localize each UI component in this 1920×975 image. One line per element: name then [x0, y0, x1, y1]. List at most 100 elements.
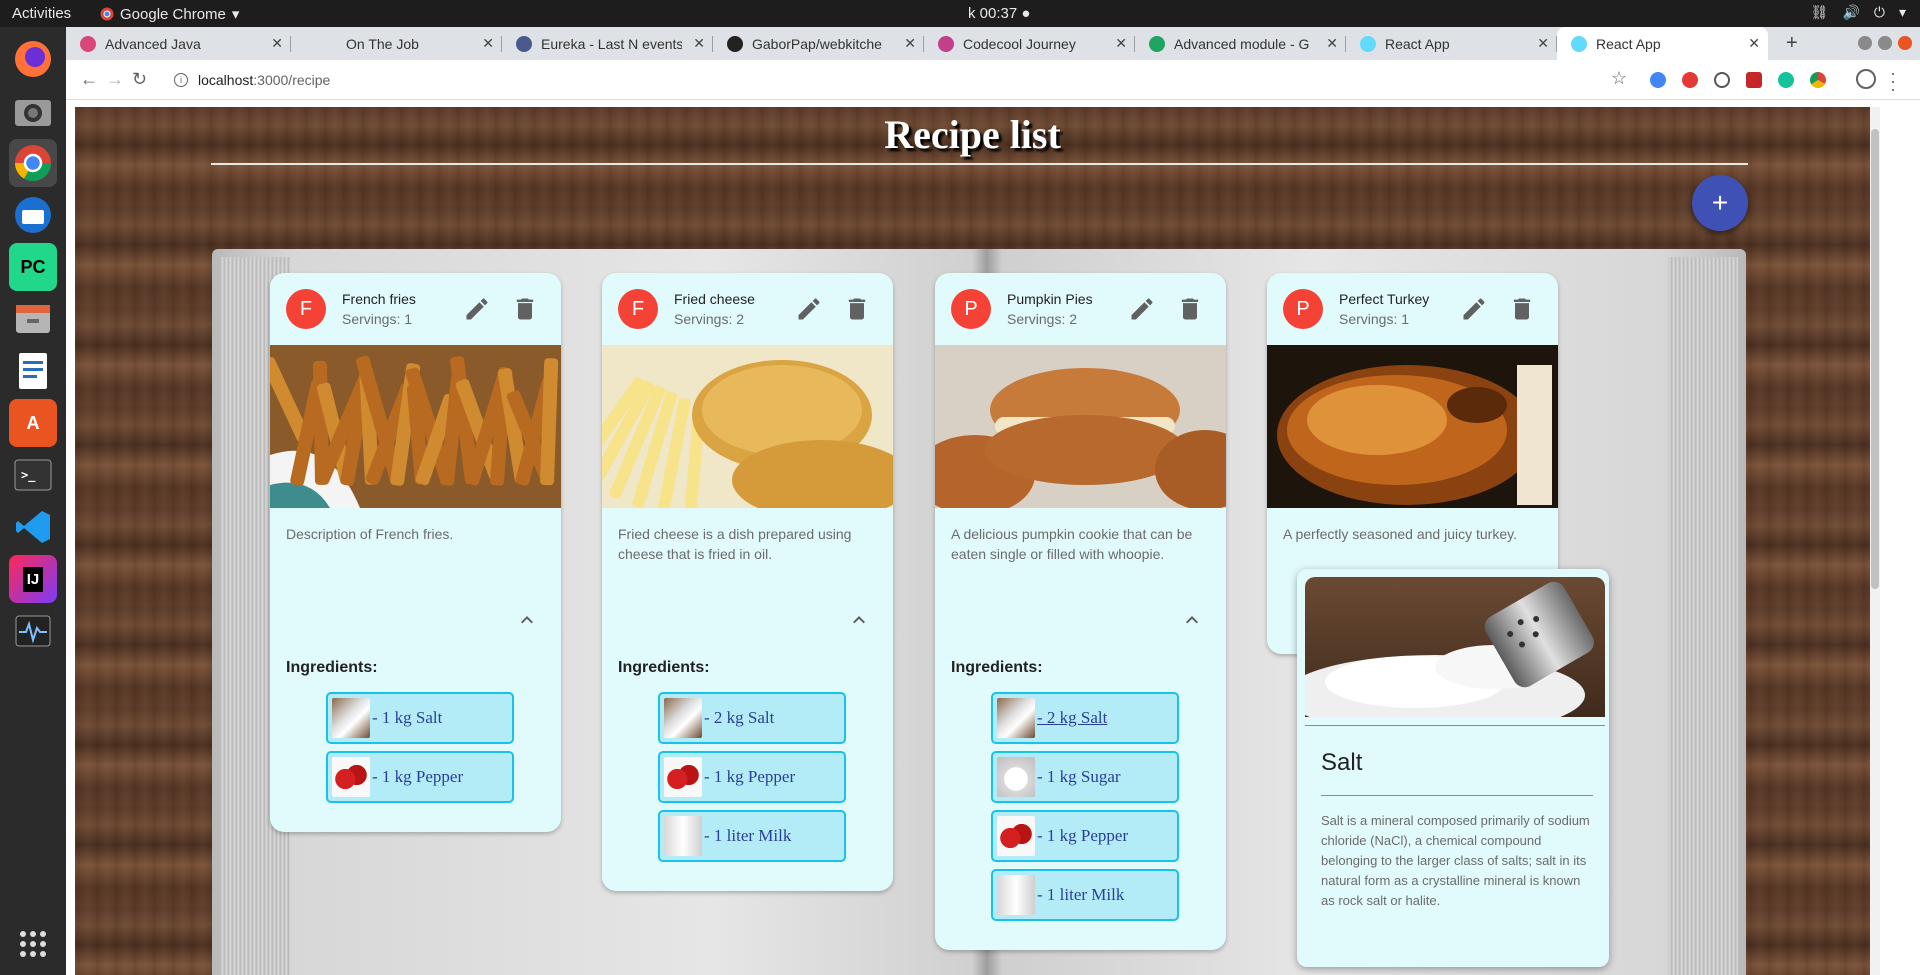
browser-tab[interactable]: On The Job ✕ [291, 27, 502, 60]
tab-label: React App [1385, 35, 1450, 52]
ingredient-chip[interactable]: - 1 kg Sugar [991, 751, 1179, 803]
browser-tab[interactable]: Eureka - Last N events ✕ [502, 27, 713, 60]
pumpkin-pie-photo [935, 345, 1226, 515]
ingredient-chip[interactable]: - 1 liter Milk [991, 869, 1179, 921]
recipe-description: Fried cheese is a dish prepared using ch… [618, 526, 852, 562]
browser-tab[interactable]: Codecool Journey ✕ [924, 27, 1135, 60]
avatar: P [951, 289, 991, 329]
browser-tab[interactable]: Advanced Java ✕ [66, 27, 291, 60]
bookmark-star-icon[interactable]: ☆ [1611, 68, 1627, 89]
new-tab-button[interactable]: + [1786, 32, 1798, 55]
ingredient-popover: Salt Salt is a mineral composed primaril… [1297, 569, 1609, 967]
google-drive-icon [1149, 35, 1165, 52]
delete-button[interactable] [1176, 295, 1204, 323]
delete-button[interactable] [1508, 295, 1536, 323]
page-scrollbar[interactable] [1870, 107, 1880, 975]
forward-button[interactable]: → [106, 69, 124, 90]
add-recipe-button[interactable]: + [1692, 175, 1748, 231]
maximize-button[interactable] [1878, 36, 1892, 50]
scrollbar-thumb[interactable] [1871, 129, 1879, 589]
vscode-icon[interactable] [9, 503, 57, 551]
address-bar[interactable]: i localhost:3000/recipe [174, 66, 1704, 94]
system-tray[interactable]: ⛓ 🔊 ⏻ ▾ [1811, 4, 1906, 21]
delete-button[interactable] [511, 295, 539, 323]
close-tab-icon[interactable]: ✕ [693, 35, 705, 52]
close-tab-icon[interactable]: ✕ [904, 35, 916, 52]
camera-icon[interactable] [9, 87, 57, 135]
system-monitor-icon[interactable] [9, 607, 57, 655]
ingredient-chip[interactable]: - 1 kg Pepper [991, 810, 1179, 862]
browser-tab[interactable]: Advanced module - G ✕ [1135, 27, 1346, 60]
thunderbird-icon[interactable] [9, 191, 57, 239]
activities-button[interactable]: Activities [12, 5, 71, 22]
extension-icon[interactable] [1714, 72, 1730, 88]
site-info-icon[interactable]: i [174, 73, 188, 87]
ingredient-label: - 1 kg Salt [372, 708, 443, 727]
more-menu-icon[interactable]: · · · [1890, 64, 1896, 98]
window-close-button[interactable] [1898, 36, 1912, 50]
writer-icon[interactable] [9, 347, 57, 395]
power-icon: ⏻ [1873, 4, 1885, 20]
app-menu[interactable]: Google Chrome ▾ [100, 5, 239, 23]
browser-tab[interactable]: React App ✕ [1557, 27, 1768, 60]
ingredient-label: - 1 liter Milk [1037, 885, 1125, 904]
browser-tab[interactable]: GaborPap/webkitche ✕ [713, 27, 924, 60]
edit-button[interactable] [1128, 295, 1156, 323]
ingredient-chip[interactable]: - 1 kg Salt [326, 692, 514, 744]
close-tab-icon[interactable]: ✕ [482, 35, 494, 52]
adblock-extension-icon[interactable] [1682, 72, 1698, 88]
salt-photo [664, 698, 702, 738]
pepper-photo [332, 757, 370, 797]
file-manager-icon[interactable] [9, 295, 57, 343]
ingredients-heading: Ingredients: [951, 659, 1043, 676]
firefox-icon[interactable] [9, 35, 57, 83]
ingredient-chip[interactable]: - 2 kg Salt [658, 692, 846, 744]
browser-tab[interactable]: React App ✕ [1346, 27, 1557, 60]
show-applications-icon[interactable] [20, 931, 46, 957]
translate-extension-icon[interactable] [1650, 72, 1666, 88]
clock[interactable]: k 00:37 ● [968, 5, 1030, 22]
delete-button[interactable] [843, 295, 871, 323]
eureka-icon [516, 35, 532, 52]
ingredient-chip[interactable]: - 1 kg Pepper [658, 751, 846, 803]
back-button[interactable]: ← [80, 69, 98, 90]
ingredient-chip[interactable]: - 1 kg Pepper [326, 751, 514, 803]
tab-label: Eureka - Last N events [541, 35, 682, 52]
close-tab-icon[interactable]: ✕ [1537, 35, 1549, 52]
minimize-button[interactable] [1858, 36, 1872, 50]
ingredient-list: - 2 kg Salt - 1 kg Pepper - 1 liter Milk [602, 692, 893, 862]
pepper-photo [664, 757, 702, 797]
svg-text:>_: >_ [21, 468, 36, 483]
software-center-icon[interactable]: A [9, 399, 57, 447]
chrome-extension-icon[interactable] [1810, 72, 1826, 88]
edit-button[interactable] [463, 295, 491, 323]
intellij-icon[interactable]: IJ [9, 555, 57, 603]
french-fries-photo [270, 345, 561, 508]
close-tab-icon[interactable]: ✕ [271, 35, 283, 52]
ingredient-label: - 1 kg Pepper [704, 767, 796, 786]
fried-cheese-photo [602, 345, 893, 526]
extension-icon[interactable] [1746, 72, 1762, 88]
close-tab-icon[interactable]: ✕ [1748, 35, 1760, 52]
grammarly-extension-icon[interactable] [1778, 72, 1794, 88]
close-tab-icon[interactable]: ✕ [1326, 35, 1338, 52]
react-icon [1571, 35, 1587, 52]
chrome-icon[interactable] [9, 139, 57, 187]
edit-button[interactable] [795, 295, 823, 323]
close-tab-icon[interactable]: ✕ [1115, 35, 1127, 52]
expand-button[interactable] [935, 598, 1226, 654]
profile-avatar[interactable] [1856, 69, 1876, 89]
expand-button[interactable] [602, 598, 893, 654]
expand-button[interactable] [270, 598, 561, 654]
chrome-icon [100, 7, 114, 21]
pycharm-icon[interactable]: PC [9, 243, 57, 291]
terminal-icon[interactable]: >_ [9, 451, 57, 499]
popover-divider [1305, 725, 1605, 726]
ingredient-label: - 2 kg Salt [1037, 708, 1108, 727]
ingredient-chip[interactable]: - 1 liter Milk [658, 810, 846, 862]
reload-button[interactable]: ↻ [132, 69, 147, 90]
pencil-icon [1128, 298, 1156, 327]
ingredient-chip[interactable]: - 2 kg Salt [991, 692, 1179, 744]
network-icon: ⛓ [1810, 4, 1829, 20]
edit-button[interactable] [1460, 295, 1488, 323]
